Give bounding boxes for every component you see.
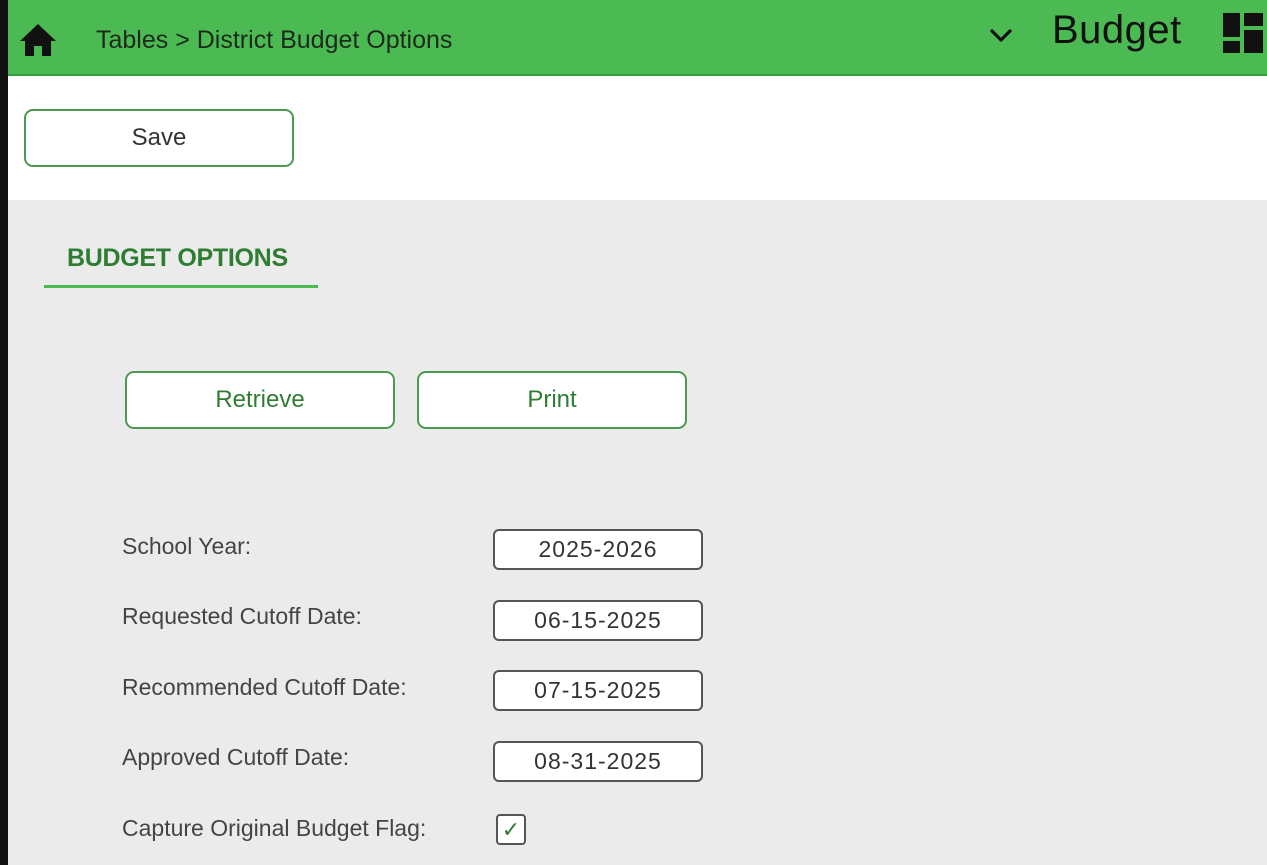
requested-cutoff-field[interactable]: 06-15-2025 <box>493 600 703 641</box>
tab-budget-options[interactable]: BUDGET OPTIONS <box>44 240 318 288</box>
dashboard-grid-icon[interactable] <box>1222 12 1264 54</box>
chevron-down-icon[interactable] <box>988 26 1014 46</box>
toolbar: Save <box>8 76 1267 200</box>
save-button[interactable]: Save <box>24 109 294 167</box>
checkmark-icon: ✓ <box>501 816 521 842</box>
recommended-cutoff-field[interactable]: 07-15-2025 <box>493 670 703 711</box>
breadcrumb: Tables > District Budget Options <box>96 26 453 54</box>
print-button[interactable]: Print <box>417 371 687 429</box>
header-bar: Tables > District Budget Options Budget <box>8 0 1267 76</box>
approved-cutoff-field[interactable]: 08-31-2025 <box>493 741 703 782</box>
requested-cutoff-label: Requested Cutoff Date: <box>122 603 362 629</box>
school-year-field[interactable]: 2025-2026 <box>493 529 703 570</box>
main-content: BUDGET OPTIONS Retrieve Print School Yea… <box>8 200 1267 865</box>
home-icon[interactable] <box>18 20 58 60</box>
capture-flag-label: Capture Original Budget Flag: <box>122 815 427 841</box>
approved-cutoff-label: Approved Cutoff Date: <box>122 744 350 770</box>
recommended-cutoff-label: Recommended Cutoff Date: <box>122 674 407 700</box>
module-title[interactable]: Budget <box>1052 8 1182 53</box>
retrieve-button[interactable]: Retrieve <box>125 371 395 429</box>
school-year-label: School Year: <box>122 533 252 559</box>
capture-flag-checkbox[interactable]: ✓ <box>496 814 526 845</box>
tab-label: BUDGET OPTIONS <box>67 244 288 272</box>
